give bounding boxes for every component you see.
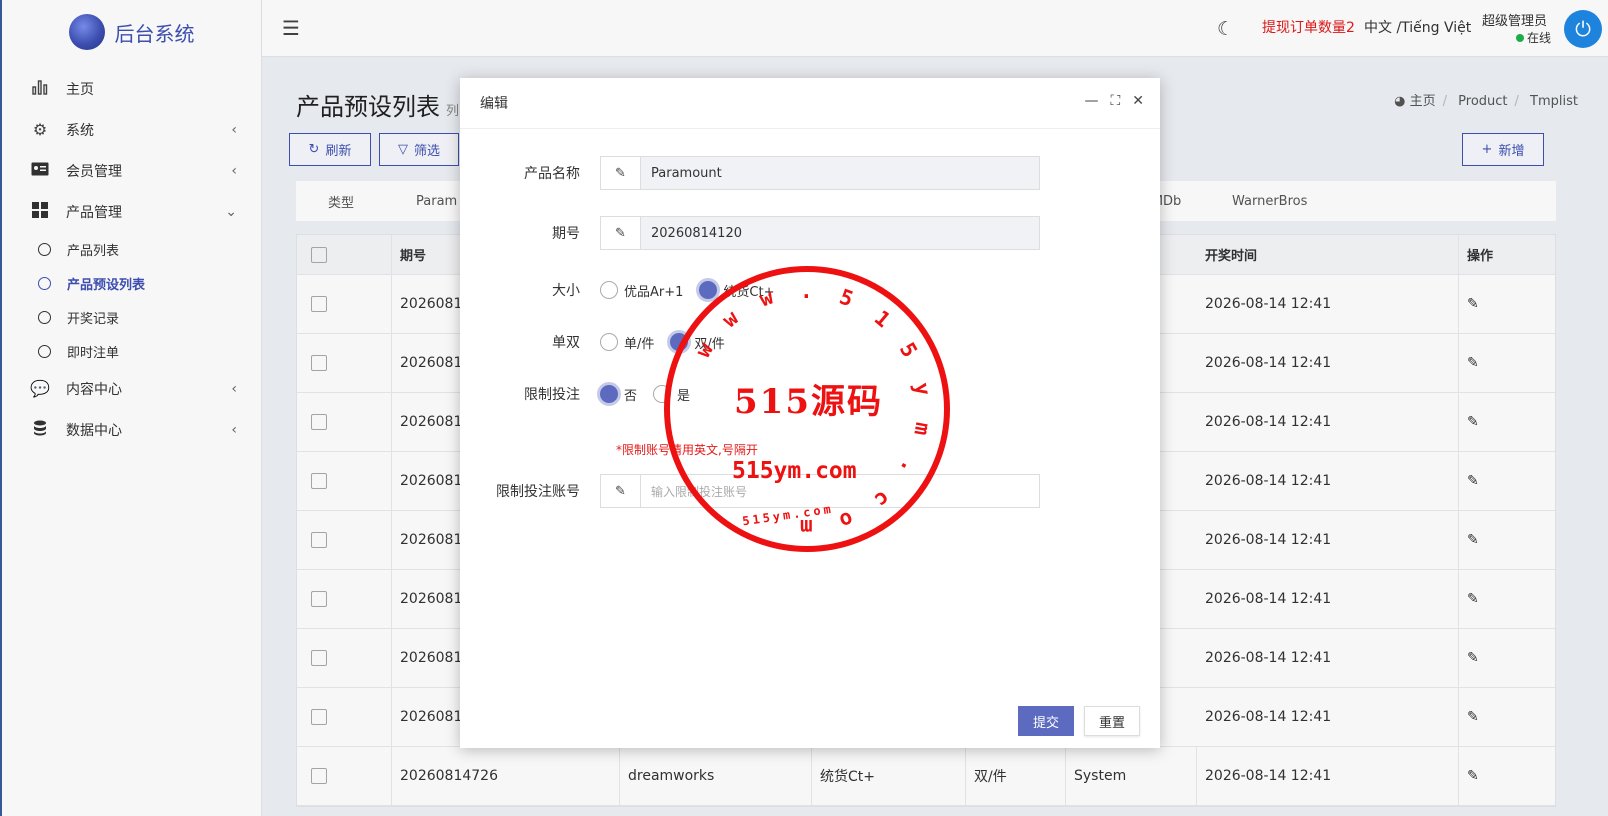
limit-hint: *限制账号请用英文,号隔开 [616, 443, 758, 457]
limit-radio-no[interactable]: 否 [600, 385, 637, 404]
submit-button[interactable]: 提交 [1018, 706, 1074, 736]
radio-circle-checked [600, 385, 618, 403]
product-name-label: 产品名称 [524, 166, 580, 182]
pencil-icon: ✎ [601, 157, 641, 189]
radio-circle [653, 385, 672, 403]
size-radio-bulk[interactable]: 统货Ct+ [699, 281, 774, 300]
form-row-limit: 限制投注 否 是 [460, 384, 1160, 404]
pencil-icon: ✎ [601, 475, 641, 507]
product-name-field[interactable]: ✎ Paramount [600, 156, 1040, 190]
radio-circle [600, 281, 618, 299]
limit-label: 限制投注 [524, 387, 580, 403]
maximize-icon[interactable]: ⛶ [1110, 93, 1120, 109]
limit-option-label: 否 [624, 388, 638, 404]
form-row-period: 期号 ✎ 20260814120 [460, 216, 1160, 250]
pencil-icon: ✎ [601, 217, 641, 249]
form-row-pair: 单双 单/件 双/件 [460, 332, 1160, 352]
pair-option-label: 单/件 [624, 336, 655, 352]
radio-circle-checked [670, 333, 689, 351]
form-row-account: 限制投注账号 ✎ 输入限制投注账号 [460, 474, 1160, 508]
modal-header: 编辑 — ⛶ ✕ [460, 78, 1160, 129]
limit-radio-yes[interactable]: 是 [653, 385, 690, 404]
period-value: 20260814120 [651, 225, 742, 241]
minimize-icon[interactable]: — [1084, 93, 1098, 109]
reset-button[interactable]: 重置 [1084, 706, 1140, 736]
limit-option-label: 是 [677, 388, 691, 404]
account-input[interactable]: ✎ 输入限制投注账号 [600, 474, 1040, 508]
size-radio-premium[interactable]: 优品Ar+1 [600, 281, 683, 300]
radio-circle [600, 333, 618, 351]
account-placeholder: 输入限制投注账号 [651, 484, 748, 499]
modal-title: 编辑 [480, 96, 508, 112]
edit-modal: 编辑 — ⛶ ✕ 产品名称 ✎ Paramount 期号 ✎ 202608141… [460, 78, 1160, 748]
size-label: 大小 [552, 283, 580, 299]
size-option-label: 统货Ct+ [723, 284, 775, 300]
pair-label: 单双 [552, 335, 580, 351]
pair-radio-double[interactable]: 双/件 [670, 333, 725, 352]
pair-option-label: 双/件 [694, 336, 725, 352]
period-field[interactable]: ✎ 20260814120 [600, 216, 1040, 250]
size-option-label: 优品Ar+1 [624, 284, 684, 300]
close-icon[interactable]: ✕ [1132, 93, 1144, 109]
pair-radio-single[interactable]: 单/件 [600, 333, 654, 352]
form-row-product: 产品名称 ✎ Paramount [460, 156, 1160, 190]
account-label: 限制投注账号 [496, 484, 580, 500]
period-label: 期号 [552, 226, 580, 242]
form-row-size: 大小 优品Ar+1 统货Ct+ [460, 280, 1160, 300]
product-name-value: Paramount [651, 165, 722, 181]
radio-circle-checked [699, 281, 718, 299]
